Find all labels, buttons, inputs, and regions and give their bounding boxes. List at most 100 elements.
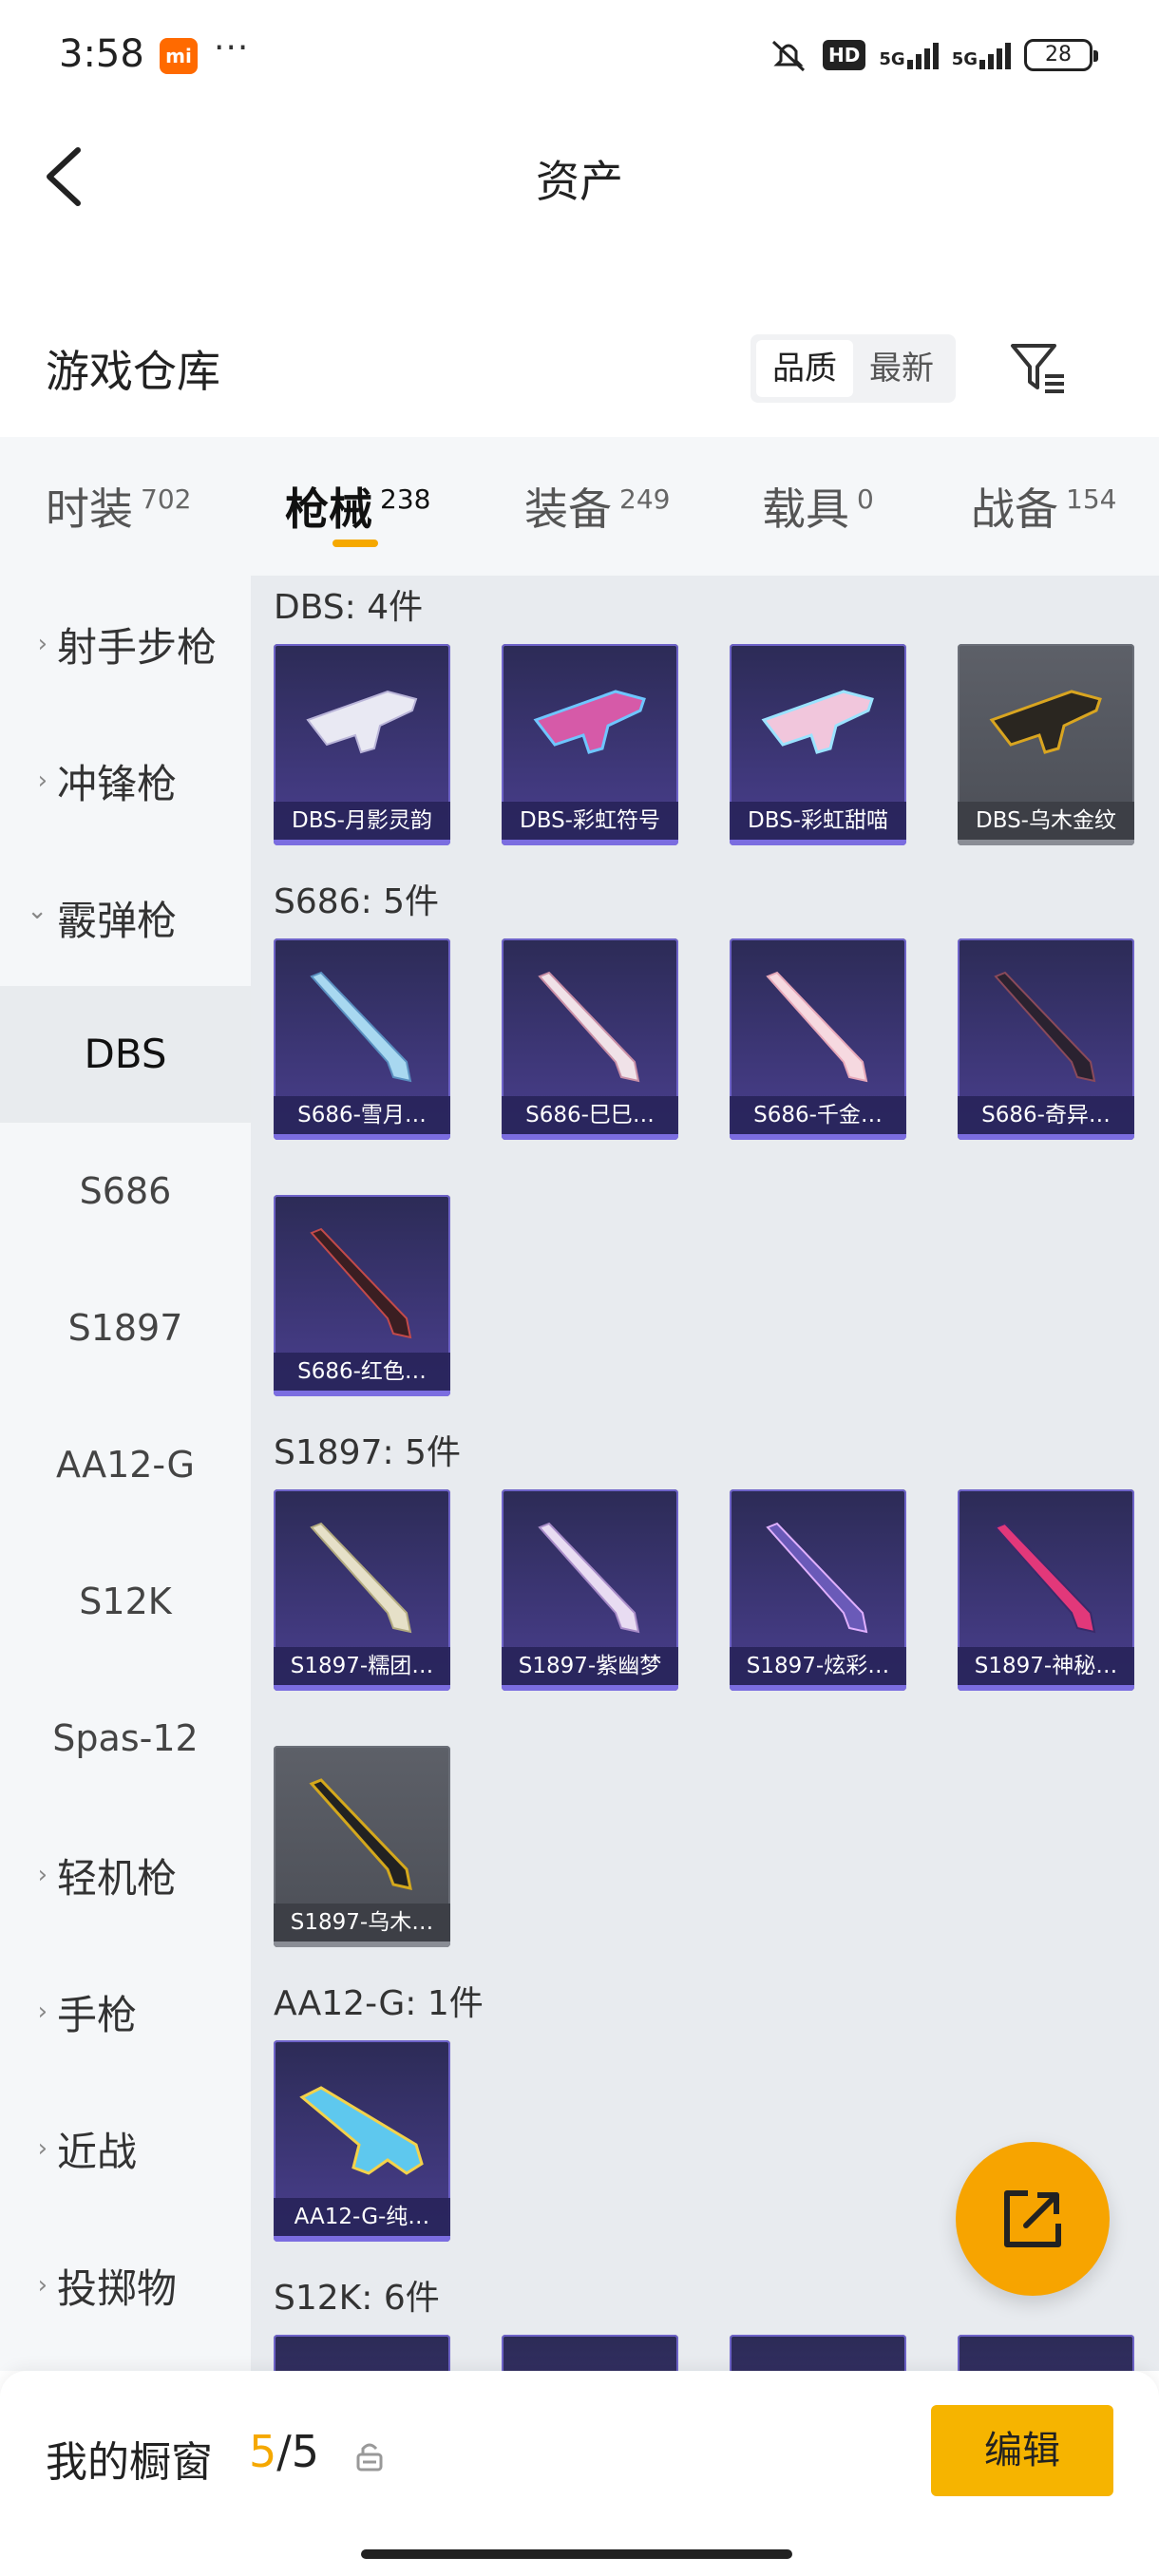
item-name: DBS-彩虹符号 bbox=[502, 802, 678, 840]
sidebar-item-melee[interactable]: › 近战 bbox=[0, 2080, 251, 2217]
tab-count: 154 bbox=[1066, 483, 1117, 515]
rarity-bar bbox=[502, 1685, 678, 1691]
sidebar-item-label: 冲锋枪 bbox=[57, 760, 178, 807]
sidebar-sub-aa12g[interactable]: AA12-G bbox=[0, 1396, 251, 1533]
rarity-bar bbox=[730, 840, 906, 845]
chevron-right-icon: › bbox=[37, 1998, 48, 2026]
item-card[interactable]: DBS-彩虹符号 bbox=[502, 644, 678, 845]
tab-costume[interactable]: 时装 702 bbox=[46, 437, 191, 576]
page-title: 资产 bbox=[536, 156, 623, 207]
item-card[interactable]: S686-奇异… bbox=[958, 938, 1134, 1140]
battery-icon: 28 bbox=[1024, 39, 1098, 71]
tab-vehicles[interactable]: 载具 0 bbox=[762, 437, 874, 576]
sidebar-sub-s1897[interactable]: S1897 bbox=[0, 1260, 251, 1396]
home-indicator[interactable] bbox=[361, 2549, 792, 2559]
sidebar-sub-s686[interactable]: S686 bbox=[0, 1123, 251, 1260]
item-card[interactable] bbox=[958, 2335, 1134, 2371]
item-name: S686-红色… bbox=[274, 1353, 450, 1391]
tab-supplies[interactable]: 战备 154 bbox=[971, 437, 1116, 576]
rarity-bar bbox=[274, 1134, 450, 1140]
sidebar-item-pistol[interactable]: › 手枪 bbox=[0, 1943, 251, 2080]
gun-skin-image bbox=[538, 971, 640, 1083]
showcase-label: 我的橱窗 bbox=[46, 2438, 213, 2487]
rarity-bar bbox=[274, 1391, 450, 1396]
group-title-s1897: S1897: 5件 bbox=[274, 1433, 461, 1472]
item-card[interactable] bbox=[730, 2335, 906, 2371]
item-card[interactable]: DBS-月影灵韵 bbox=[274, 644, 450, 845]
group-title-s12k: S12K: 6件 bbox=[274, 2279, 440, 2318]
rarity-bar bbox=[274, 1685, 450, 1691]
tab-count: 238 bbox=[380, 483, 431, 515]
share-icon bbox=[1004, 2190, 1061, 2247]
item-card[interactable]: DBS-乌木金纹 bbox=[958, 644, 1134, 845]
status-time: 3:58 bbox=[59, 32, 144, 76]
rarity-bar bbox=[958, 840, 1134, 845]
mute-icon bbox=[772, 40, 806, 72]
share-button[interactable] bbox=[956, 2142, 1110, 2296]
rarity-bar bbox=[274, 2236, 450, 2242]
signal-2-icon: 5G bbox=[952, 41, 1011, 69]
item-card[interactable]: DBS-彩虹甜喵 bbox=[730, 644, 906, 845]
item-name: S1897-神秘… bbox=[958, 1647, 1134, 1685]
edit-button[interactable]: 编辑 bbox=[931, 2405, 1113, 2496]
tab-count: 0 bbox=[857, 483, 874, 515]
item-card[interactable]: AA12-G-纯… bbox=[274, 2040, 450, 2242]
gun-skin-image bbox=[766, 971, 868, 1083]
sort-newest-button[interactable]: 最新 bbox=[853, 340, 950, 397]
active-tab-indicator bbox=[332, 540, 378, 547]
sidebar-sub-s12k[interactable]: S12K bbox=[0, 1533, 251, 1670]
showcase-bar: 我的橱窗 5/5 编辑 bbox=[0, 2371, 1159, 2576]
rarity-bar bbox=[274, 1941, 450, 1947]
sidebar-sub-dbs[interactable]: DBS bbox=[0, 986, 251, 1123]
sidebar-item-shotgun[interactable]: ⌄ 霰弹枪 bbox=[0, 849, 251, 986]
item-name: DBS-月影灵韵 bbox=[274, 802, 450, 840]
gun-skin-image bbox=[299, 2086, 424, 2175]
item-card[interactable]: S686-千金… bbox=[730, 938, 906, 1140]
group-title-dbs: DBS: 4件 bbox=[274, 588, 424, 627]
item-card[interactable]: S686-巳巳… bbox=[502, 938, 678, 1140]
item-card[interactable]: S1897-神秘… bbox=[958, 1489, 1134, 1691]
item-name: S1897-乌木… bbox=[274, 1904, 450, 1941]
filter-icon[interactable] bbox=[1005, 334, 1072, 401]
sort-toggle: 品质 最新 bbox=[750, 334, 956, 403]
sort-quality-button[interactable]: 品质 bbox=[756, 340, 853, 397]
item-card[interactable]: S686-红色… bbox=[274, 1195, 450, 1396]
tab-firearms[interactable]: 枪械 238 bbox=[285, 437, 430, 576]
sidebar-item-marksman[interactable]: › 射手步枪 bbox=[0, 576, 251, 712]
rarity-bar bbox=[958, 1134, 1134, 1140]
hd-voice-icon: HD bbox=[823, 40, 866, 70]
item-name: S686-雪月… bbox=[274, 1096, 450, 1134]
tab-equipment[interactable]: 装备 249 bbox=[524, 437, 670, 576]
item-name: S686-奇异… bbox=[958, 1096, 1134, 1134]
item-card[interactable] bbox=[502, 2335, 678, 2371]
signal-1-icon: 5G bbox=[879, 41, 939, 69]
sidebar-item-throwable[interactable]: › 投掷物 bbox=[0, 2217, 251, 2354]
item-card[interactable]: S1897-乌木… bbox=[274, 1746, 450, 1947]
sidebar-item-label: 投掷物 bbox=[57, 2264, 178, 2312]
showcase-count: 5/5 bbox=[249, 2426, 319, 2477]
chevron-right-icon: › bbox=[37, 2134, 48, 2163]
chevron-right-icon: › bbox=[37, 767, 48, 795]
status-bar: 3:58 mi ··· HD 5G 5G 28 bbox=[0, 0, 1159, 114]
showcase-slash: / bbox=[276, 2426, 292, 2477]
lock-icon[interactable] bbox=[355, 2439, 384, 2473]
tab-label: 装备 bbox=[524, 483, 612, 535]
gun-skin-image bbox=[538, 1522, 640, 1634]
gun-skin-image bbox=[310, 1227, 412, 1339]
app-badge-icon: mi bbox=[160, 38, 198, 74]
gun-skin-image bbox=[766, 1522, 868, 1634]
item-card[interactable]: S686-雪月… bbox=[274, 938, 450, 1140]
item-card[interactable]: S1897-紫幽梦 bbox=[502, 1489, 678, 1691]
item-name: S1897-炫彩… bbox=[730, 1647, 906, 1685]
item-card[interactable] bbox=[274, 2335, 450, 2371]
sidebar-item-smg[interactable]: › 冲锋枪 bbox=[0, 712, 251, 849]
tab-label: 战备 bbox=[971, 483, 1058, 535]
sidebar-sub-spas12[interactable]: Spas-12 bbox=[0, 1670, 251, 1807]
item-name: S1897-糯团… bbox=[274, 1647, 450, 1685]
item-card[interactable]: S1897-糯团… bbox=[274, 1489, 450, 1691]
sidebar-item-lmg[interactable]: › 轻机枪 bbox=[0, 1807, 251, 1943]
item-card[interactable]: S1897-炫彩… bbox=[730, 1489, 906, 1691]
sidebar-item-label: 手枪 bbox=[57, 1991, 138, 2038]
gun-skin-image bbox=[310, 1522, 412, 1634]
tab-label: 枪械 bbox=[285, 483, 372, 535]
